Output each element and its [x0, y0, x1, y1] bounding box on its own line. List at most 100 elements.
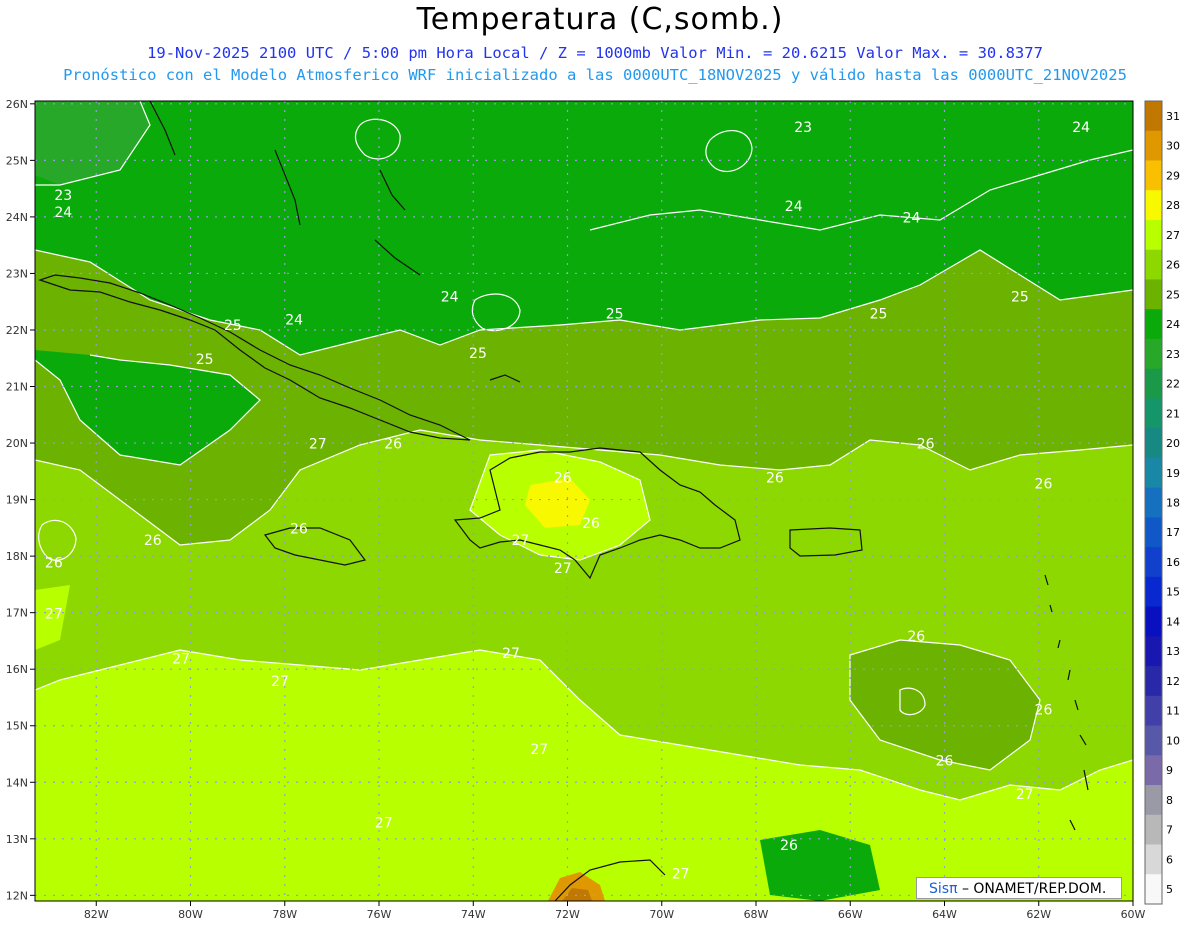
contour-label: 27	[1016, 787, 1034, 803]
contour-label: 26	[907, 629, 925, 645]
contour-label: 24	[785, 199, 803, 215]
lat-tick-label: 25N	[6, 154, 28, 167]
contour-label: 27	[530, 742, 548, 758]
colorbar-swatch	[1145, 844, 1162, 875]
latitude-ticks: 26N 25N 24N 23N 22N 21N 20N 19N 18N 17N 16N 15N 14N 1…	[6, 98, 35, 902]
colorbar-swatch	[1145, 249, 1162, 280]
colorbar-label: 13	[1166, 645, 1180, 658]
colorbar-swatch	[1145, 190, 1162, 221]
colorbar-swatch	[1145, 547, 1162, 578]
contour-label: 27	[271, 674, 289, 690]
colorbar-label: 16	[1166, 556, 1180, 569]
contour-label: 26	[582, 516, 600, 532]
contour-label: 26	[554, 471, 572, 487]
colorbar-swatch	[1145, 279, 1162, 310]
lon-tick-label: 78W	[272, 908, 297, 921]
colorbar-label: 28	[1166, 199, 1180, 212]
colorbar-label: 8	[1166, 794, 1173, 807]
contour-label: 26	[766, 471, 784, 487]
lat-tick-label: 13N	[6, 833, 28, 846]
contour-label: 24	[1072, 120, 1090, 136]
lat-tick-label: 23N	[6, 267, 28, 280]
colorbar-label: 20	[1166, 437, 1180, 450]
colorbar-swatch	[1145, 785, 1162, 816]
lon-tick-label: 60W	[1121, 908, 1146, 921]
colorbar-label: 18	[1166, 497, 1180, 510]
lon-tick-label: 72W	[555, 908, 580, 921]
contour-label: 26	[45, 555, 63, 571]
lon-tick-label: 62W	[1026, 908, 1051, 921]
colorbar-swatch	[1145, 576, 1162, 608]
lat-tick-label: 18N	[6, 550, 28, 563]
lat-tick-label: 21N	[6, 381, 28, 394]
lat-tick-label: 22N	[6, 324, 28, 337]
colorbar-swatch	[1145, 219, 1162, 251]
colorbar-swatch	[1145, 101, 1162, 132]
colorbar-swatch	[1145, 487, 1162, 518]
lat-tick-label: 24N	[6, 211, 28, 224]
colorbar-swatch	[1145, 814, 1162, 846]
contour-label: 27	[309, 437, 327, 453]
contour-label: 27	[511, 533, 529, 549]
contour-label: 24	[54, 205, 72, 221]
contour-label: 26	[1035, 702, 1053, 718]
colorbar-swatch	[1145, 398, 1162, 429]
colorbar-swatch	[1145, 338, 1162, 370]
contour-label: 24	[285, 312, 303, 328]
colorbar-label: 21	[1166, 407, 1180, 420]
contour-label: 23	[794, 120, 812, 136]
colorbar-label: 9	[1166, 764, 1173, 777]
contour-label: 27	[375, 816, 393, 832]
lon-tick-label: 64W	[932, 908, 957, 921]
contour-label: 25	[606, 307, 624, 323]
contour-label: 26	[936, 753, 954, 769]
contour-label: 24	[441, 290, 459, 306]
lat-tick-label: 20N	[6, 437, 28, 450]
lon-tick-label: 76W	[367, 908, 392, 921]
sispi-logo: Sisπ	[929, 881, 958, 897]
contour-label: 27	[502, 646, 520, 662]
contour-label: 27	[172, 652, 190, 668]
colorbar-label: 29	[1166, 169, 1180, 182]
contour-label: 26	[780, 838, 798, 854]
contour-label: 23	[54, 188, 72, 204]
colorbar-label: 5	[1166, 883, 1173, 896]
contour-label: 25	[870, 307, 888, 323]
colorbar-label: 27	[1166, 229, 1180, 242]
lon-tick-label: 66W	[838, 908, 863, 921]
colorbar-swatch	[1145, 725, 1162, 756]
lat-tick-label: 14N	[6, 776, 28, 789]
colorbar-label: 10	[1166, 734, 1180, 747]
colorbar-swatch	[1145, 874, 1162, 905]
colorbar-label: 26	[1166, 259, 1180, 272]
colorbar-swatch	[1145, 666, 1162, 697]
contour-label: 24	[903, 211, 921, 227]
colorbar-label: 11	[1166, 705, 1180, 718]
lon-tick-label: 68W	[744, 908, 769, 921]
lat-tick-label: 19N	[6, 494, 28, 507]
lon-tick-label: 82W	[84, 908, 109, 921]
lon-tick-label: 80W	[178, 908, 203, 921]
contour-label: 25	[469, 346, 487, 362]
contour-label: 27	[45, 606, 63, 622]
lon-tick-label: 74W	[461, 908, 486, 921]
contour-label: 27	[672, 866, 690, 882]
source-watermark: Sisπ – ONAMET/REP.DOM.	[916, 877, 1122, 899]
colorbar-label: 25	[1166, 288, 1180, 301]
colorbar-label: 22	[1166, 378, 1180, 391]
contour-label: 27	[554, 561, 572, 577]
colorbar-swatch	[1145, 755, 1162, 786]
colorbar: 31 30 29 28 27 26 25 24 23 22 21 20 19 18 17 16 15 14 13 12…	[1144, 100, 1180, 905]
lat-tick-label: 16N	[6, 663, 28, 676]
lat-tick-label: 15N	[6, 720, 28, 733]
colorbar-swatch	[1145, 636, 1162, 667]
contour-label: 26	[384, 437, 402, 453]
lat-tick-label: 26N	[6, 98, 28, 111]
colorbar-swatch	[1145, 309, 1162, 340]
colorbar-label: 7	[1166, 824, 1173, 837]
lon-tick-label: 70W	[649, 908, 674, 921]
colorbar-label: 23	[1166, 348, 1180, 361]
colorbar-swatch	[1145, 517, 1162, 548]
temperature-map: 232423 24242424242525 2525 2525262626 26 2626…	[6, 98, 1180, 921]
contour-label: 25	[224, 318, 242, 334]
